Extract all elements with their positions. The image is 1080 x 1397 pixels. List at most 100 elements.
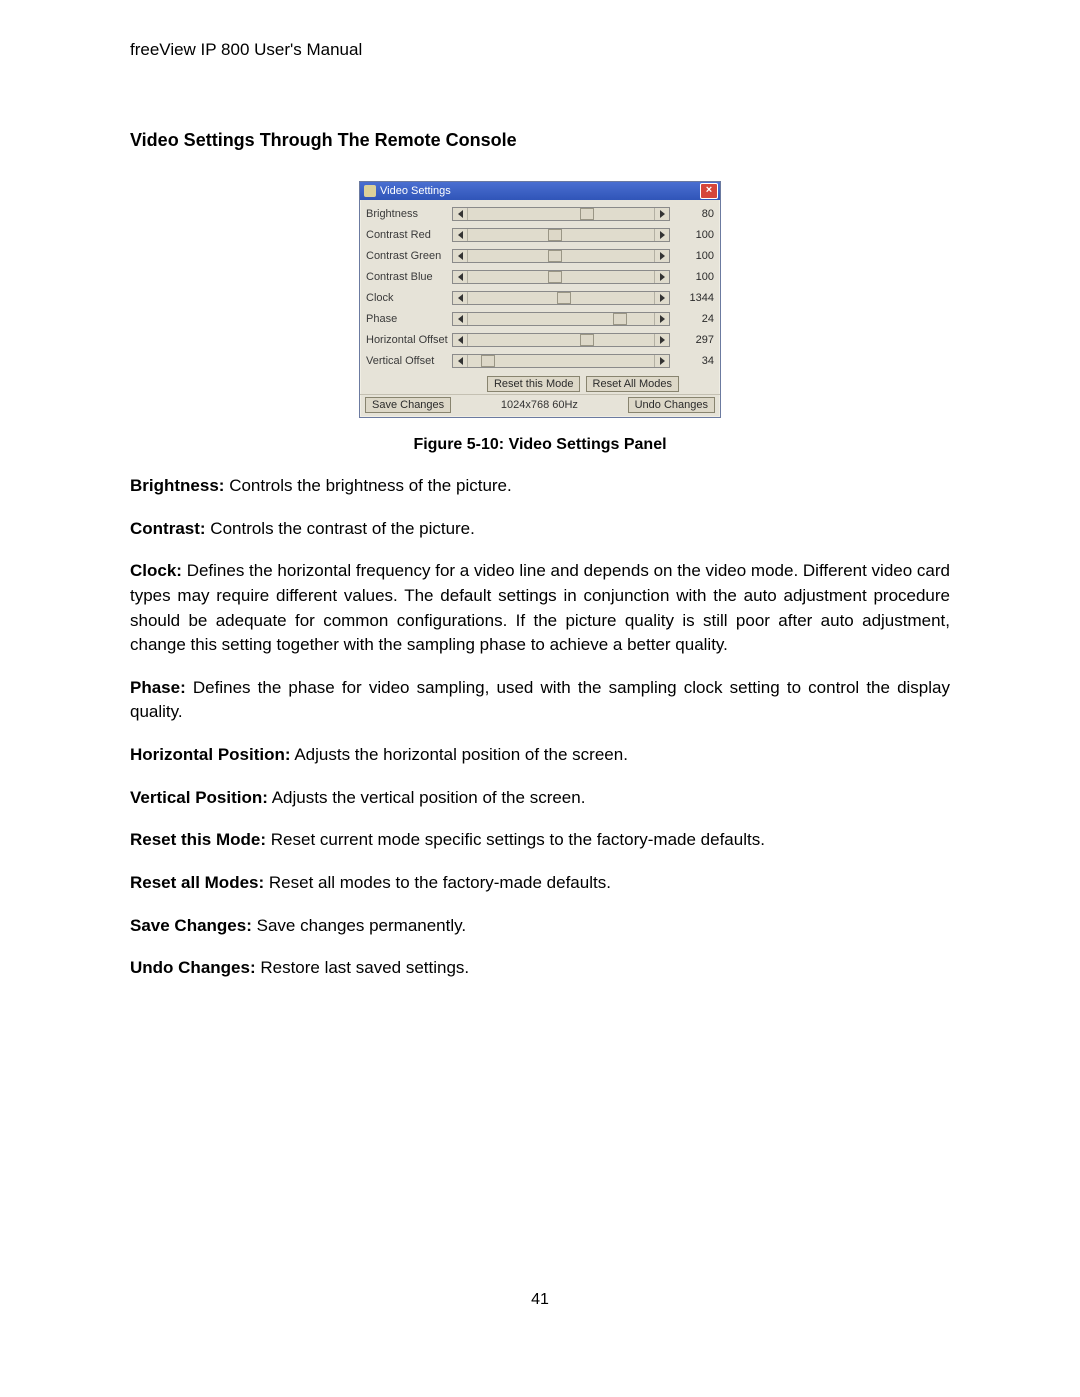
- scroll-right-icon[interactable]: [654, 208, 669, 220]
- scroll-right-icon[interactable]: [654, 292, 669, 304]
- scroll-left-icon[interactable]: [453, 292, 468, 304]
- setting-row: Brightness 80: [366, 204, 716, 223]
- scroll-track[interactable]: [468, 208, 654, 220]
- setting-scrollbar[interactable]: [452, 270, 670, 284]
- scroll-thumb[interactable]: [548, 229, 562, 241]
- setting-row: Vertical Offset 34: [366, 351, 716, 370]
- scroll-left-icon[interactable]: [453, 355, 468, 367]
- scroll-track[interactable]: [468, 271, 654, 283]
- scroll-thumb[interactable]: [557, 292, 571, 304]
- description-paragraph: Save Changes: Save changes permanently.: [130, 914, 950, 939]
- setting-value: 1344: [670, 292, 716, 304]
- scroll-track[interactable]: [468, 334, 654, 346]
- scroll-thumb[interactable]: [580, 334, 594, 346]
- setting-row: Horizontal Offset297: [366, 330, 716, 349]
- scroll-thumb[interactable]: [580, 208, 594, 220]
- setting-row: Contrast Red100: [366, 225, 716, 244]
- description-paragraph: Clock: Defines the horizontal frequency …: [130, 559, 950, 658]
- setting-row: Contrast Green100: [366, 246, 716, 265]
- description-paragraph: Contrast: Controls the contrast of the p…: [130, 517, 950, 542]
- scroll-track[interactable]: [468, 355, 654, 367]
- section-heading: Video Settings Through The Remote Consol…: [130, 130, 950, 151]
- scroll-thumb[interactable]: [613, 313, 627, 325]
- setting-label: Horizontal Offset: [366, 334, 452, 346]
- scroll-thumb[interactable]: [548, 250, 562, 262]
- scroll-left-icon[interactable]: [453, 208, 468, 220]
- scroll-left-icon[interactable]: [453, 250, 468, 262]
- scroll-track[interactable]: [468, 313, 654, 325]
- scroll-right-icon[interactable]: [654, 334, 669, 346]
- scroll-left-icon[interactable]: [453, 313, 468, 325]
- setting-scrollbar[interactable]: [452, 228, 670, 242]
- scroll-thumb[interactable]: [548, 271, 562, 283]
- description-text: Restore last saved settings.: [256, 958, 470, 977]
- scroll-left-icon[interactable]: [453, 271, 468, 283]
- setting-row: Clock 1344: [366, 288, 716, 307]
- setting-value: 34: [670, 355, 716, 367]
- scroll-right-icon[interactable]: [654, 229, 669, 241]
- description-paragraph: Brightness: Controls the brightness of t…: [130, 474, 950, 499]
- description-term: Vertical Position:: [130, 788, 268, 807]
- setting-scrollbar[interactable]: [452, 354, 670, 368]
- close-icon[interactable]: ×: [700, 183, 718, 199]
- description-term: Contrast:: [130, 519, 206, 538]
- description-text: Reset all modes to the factory-made defa…: [264, 873, 611, 892]
- setting-row: Contrast Blue 100: [366, 267, 716, 286]
- dialog-title: Video Settings: [380, 182, 451, 200]
- description-paragraph: Horizontal Position: Adjusts the horizon…: [130, 743, 950, 768]
- setting-value: 100: [670, 271, 716, 283]
- description-term: Brightness:: [130, 476, 224, 495]
- setting-scrollbar[interactable]: [452, 333, 670, 347]
- scroll-right-icon[interactable]: [654, 250, 669, 262]
- setting-value: 24: [670, 313, 716, 325]
- description-term: Save Changes:: [130, 916, 252, 935]
- setting-row: Phase 24: [366, 309, 716, 328]
- page-number: 41: [130, 1291, 950, 1309]
- scroll-right-icon[interactable]: [654, 313, 669, 325]
- reset-all-modes-button[interactable]: Reset All Modes: [586, 376, 679, 392]
- setting-value: 100: [670, 250, 716, 262]
- description-text: Defines the phase for video sampling, us…: [130, 678, 950, 722]
- setting-scrollbar[interactable]: [452, 249, 670, 263]
- description-paragraph: Reset this Mode: Reset current mode spec…: [130, 828, 950, 853]
- setting-label: Contrast Blue: [366, 271, 452, 283]
- doc-header: freeView IP 800 User's Manual: [130, 40, 950, 60]
- setting-label: Brightness: [366, 208, 452, 220]
- setting-label: Phase: [366, 313, 452, 325]
- setting-scrollbar[interactable]: [452, 207, 670, 221]
- description-term: Undo Changes:: [130, 958, 256, 977]
- description-text: Save changes permanently.: [252, 916, 466, 935]
- description-text: Adjusts the horizontal position of the s…: [291, 745, 628, 764]
- scroll-track[interactable]: [468, 292, 654, 304]
- resolution-label: 1024x768 60Hz: [501, 399, 578, 411]
- setting-label: Vertical Offset: [366, 355, 452, 367]
- setting-scrollbar[interactable]: [452, 312, 670, 326]
- setting-value: 80: [670, 208, 716, 220]
- description-term: Phase:: [130, 678, 186, 697]
- setting-scrollbar[interactable]: [452, 291, 670, 305]
- scroll-left-icon[interactable]: [453, 334, 468, 346]
- setting-label: Clock: [366, 292, 452, 304]
- description-paragraph: Vertical Position: Adjusts the vertical …: [130, 786, 950, 811]
- description-paragraph: Undo Changes: Restore last saved setting…: [130, 956, 950, 981]
- dialog-titlebar[interactable]: Video Settings ×: [360, 182, 720, 200]
- scroll-right-icon[interactable]: [654, 271, 669, 283]
- description-term: Reset all Modes:: [130, 873, 264, 892]
- description-term: Horizontal Position:: [130, 745, 291, 764]
- description-text: Controls the brightness of the picture.: [224, 476, 511, 495]
- window-icon: [364, 185, 376, 197]
- scroll-track[interactable]: [468, 250, 654, 262]
- scroll-thumb[interactable]: [481, 355, 495, 367]
- description-text: Adjusts the vertical position of the scr…: [268, 788, 586, 807]
- reset-this-mode-button[interactable]: Reset this Mode: [487, 376, 580, 392]
- description-paragraph: Reset all Modes: Reset all modes to the …: [130, 871, 950, 896]
- video-settings-dialog: Video Settings × Brightness 80 Contrast Re…: [359, 181, 721, 418]
- description-text: Reset current mode specific settings to …: [266, 830, 765, 849]
- description-text: Controls the contrast of the picture.: [206, 519, 475, 538]
- scroll-left-icon[interactable]: [453, 229, 468, 241]
- scroll-track[interactable]: [468, 229, 654, 241]
- scroll-right-icon[interactable]: [654, 355, 669, 367]
- save-changes-button[interactable]: Save Changes: [365, 397, 451, 413]
- figure-caption: Figure 5-10: Video Settings Panel: [130, 436, 950, 454]
- undo-changes-button[interactable]: Undo Changes: [628, 397, 715, 413]
